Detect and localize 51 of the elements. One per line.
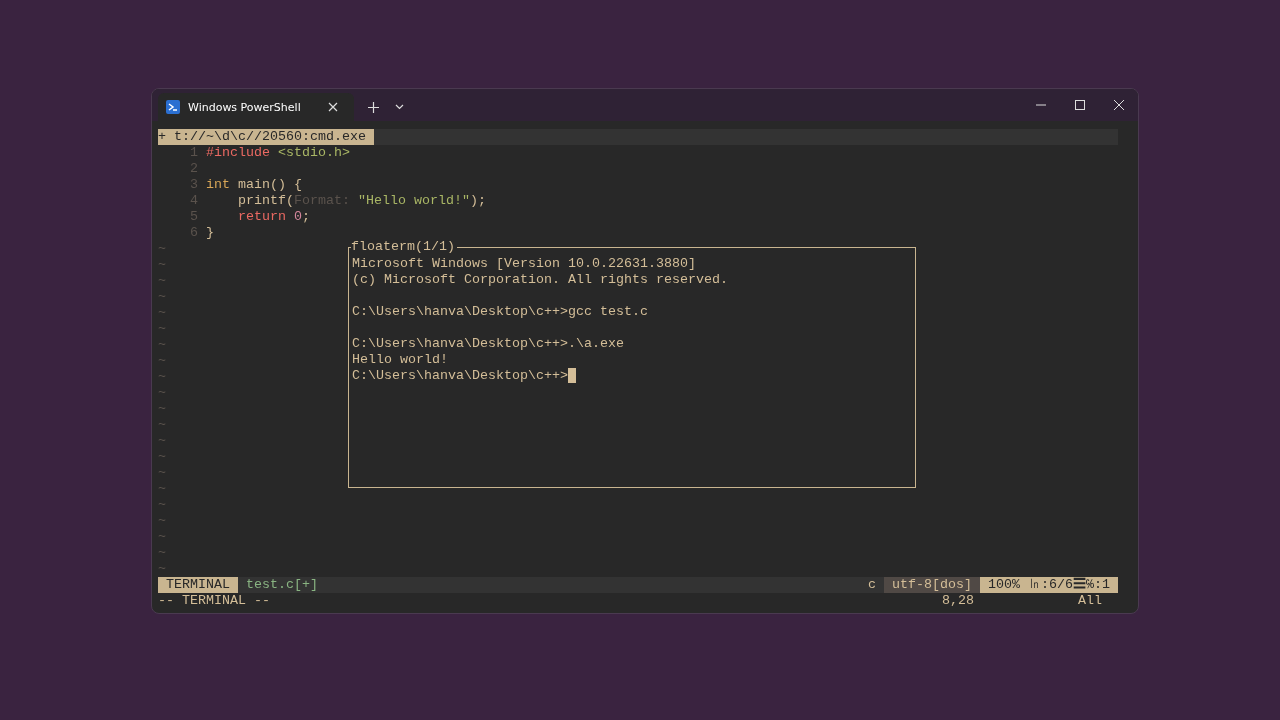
empty-line-marker: ~: [158, 449, 166, 465]
empty-line-marker: ~: [158, 305, 166, 321]
scroll-position: All: [1078, 593, 1103, 609]
close-icon: [328, 102, 338, 112]
plus-icon: [367, 101, 379, 113]
chevron-down-icon: [394, 104, 404, 110]
empty-line-marker: ~: [158, 401, 166, 417]
mode-indicator: TERMINAL: [158, 577, 238, 593]
empty-line-marker: ~: [158, 337, 166, 353]
terminal-output-line: C:\Users\hanva\Desktop\c++>gcc test.c: [352, 304, 648, 320]
empty-line-marker: ~: [158, 481, 166, 497]
code-line: #include <stdio.h>: [205, 145, 350, 161]
empty-line-marker: ~: [158, 513, 166, 529]
empty-line-marker: ~: [158, 369, 166, 385]
empty-line-marker: ~: [158, 273, 166, 289]
empty-line-marker: ~: [158, 561, 166, 577]
maximize-icon: [1074, 100, 1085, 110]
terminal-tab[interactable]: Windows PowerShell: [158, 93, 354, 121]
ruler-position: 8,28: [942, 593, 976, 609]
floaterm-title: floaterm(1/1): [351, 239, 457, 255]
code-line: return 0;: [236, 209, 310, 225]
file-type: c: [867, 577, 878, 593]
close-icon: [1113, 100, 1124, 110]
empty-line-marker: ~: [158, 529, 166, 545]
file-name: test.c[+]: [245, 577, 319, 593]
terminal-output-line: Hello world!: [352, 352, 448, 368]
empty-line-marker: ~: [158, 465, 166, 481]
terminal-output-line: C:\Users\hanva\Desktop\c++>: [352, 368, 568, 384]
empty-line-marker: ~: [158, 289, 166, 305]
empty-line-marker: ~: [158, 353, 166, 369]
text-cursor: [568, 368, 576, 383]
code-line: }: [205, 225, 214, 241]
empty-line-marker: ~: [158, 241, 166, 257]
tab-title: Windows PowerShell: [188, 100, 302, 114]
file-encoding: utf-8[dos]: [884, 577, 980, 593]
terminal-output-line: Microsoft Windows [Version 10.0.22631.3880]: [352, 256, 696, 272]
code-line: int main() {: [205, 177, 302, 193]
empty-line-marker: ~: [158, 433, 166, 449]
cursor-position: 100% ㏑:6/6☰℅:1: [980, 577, 1118, 593]
empty-line-marker: ~: [158, 257, 166, 273]
terminal-output-line: (c) Microsoft Corporation. All rights reserved.: [352, 272, 728, 288]
empty-line-marker: ~: [158, 385, 166, 401]
empty-line-marker: ~: [158, 417, 166, 433]
command-line-message: -- TERMINAL --: [158, 593, 270, 609]
empty-line-marker: ~: [158, 321, 166, 337]
vim-tab[interactable]: + t://~\d\c//20560:cmd.exe: [158, 129, 374, 145]
empty-line-marker: ~: [158, 545, 166, 561]
empty-line-marker: ~: [158, 497, 166, 513]
powershell-icon: [166, 100, 180, 114]
minimize-icon: [1035, 104, 1046, 106]
terminal-output-line: C:\Users\hanva\Desktop\c++>.\a.exe: [352, 336, 624, 352]
